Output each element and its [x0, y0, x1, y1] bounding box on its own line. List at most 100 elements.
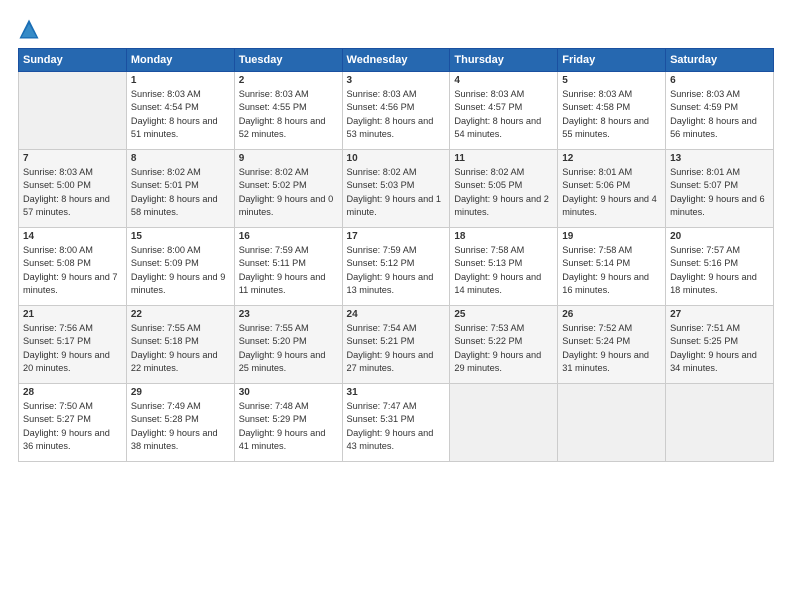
day-number: 20 [670, 231, 769, 242]
day-number: 30 [239, 387, 338, 398]
sunset-line: Sunset: 4:54 PM [131, 102, 199, 112]
day-info: Sunrise: 7:54 AMSunset: 5:21 PMDaylight:… [347, 322, 446, 375]
sunrise-line: Sunrise: 8:02 AM [131, 167, 201, 177]
daylight-line: Daylight: 9 hours and 25 minutes. [239, 350, 326, 373]
day-number: 29 [131, 387, 230, 398]
daylight-line: Daylight: 9 hours and 4 minutes. [562, 194, 657, 217]
day-info: Sunrise: 7:59 AMSunset: 5:12 PMDaylight:… [347, 244, 446, 297]
sunset-line: Sunset: 5:24 PM [562, 336, 630, 346]
sunrise-line: Sunrise: 8:03 AM [670, 89, 740, 99]
day-info: Sunrise: 7:58 AMSunset: 5:13 PMDaylight:… [454, 244, 553, 297]
sunrise-line: Sunrise: 7:48 AM [239, 401, 309, 411]
sunrise-line: Sunrise: 7:55 AM [131, 323, 201, 333]
day-info: Sunrise: 7:49 AMSunset: 5:28 PMDaylight:… [131, 400, 230, 453]
weekday-header: Sunday [19, 49, 127, 72]
day-number: 8 [131, 153, 230, 164]
sunset-line: Sunset: 5:20 PM [239, 336, 307, 346]
sunrise-line: Sunrise: 7:59 AM [239, 245, 309, 255]
logo-icon [18, 18, 40, 40]
sunrise-line: Sunrise: 7:47 AM [347, 401, 417, 411]
day-info: Sunrise: 8:01 AMSunset: 5:06 PMDaylight:… [562, 166, 661, 219]
day-number: 13 [670, 153, 769, 164]
sunset-line: Sunset: 5:05 PM [454, 180, 522, 190]
day-number: 27 [670, 309, 769, 320]
day-number: 3 [347, 75, 446, 86]
daylight-line: Daylight: 9 hours and 38 minutes. [131, 428, 218, 451]
sunrise-line: Sunrise: 8:01 AM [562, 167, 632, 177]
sunset-line: Sunset: 5:28 PM [131, 414, 199, 424]
day-info: Sunrise: 8:00 AMSunset: 5:09 PMDaylight:… [131, 244, 230, 297]
sunset-line: Sunset: 4:59 PM [670, 102, 738, 112]
sunrise-line: Sunrise: 7:58 AM [562, 245, 632, 255]
sunrise-line: Sunrise: 8:03 AM [347, 89, 417, 99]
day-number: 17 [347, 231, 446, 242]
sunset-line: Sunset: 5:31 PM [347, 414, 415, 424]
sunset-line: Sunset: 5:00 PM [23, 180, 91, 190]
calendar-cell: 11Sunrise: 8:02 AMSunset: 5:05 PMDayligh… [450, 150, 558, 228]
sunrise-line: Sunrise: 7:51 AM [670, 323, 740, 333]
day-number: 21 [23, 309, 122, 320]
day-info: Sunrise: 7:48 AMSunset: 5:29 PMDaylight:… [239, 400, 338, 453]
calendar-cell: 16Sunrise: 7:59 AMSunset: 5:11 PMDayligh… [234, 228, 342, 306]
sunrise-line: Sunrise: 7:57 AM [670, 245, 740, 255]
calendar-cell: 23Sunrise: 7:55 AMSunset: 5:20 PMDayligh… [234, 306, 342, 384]
daylight-line: Daylight: 9 hours and 0 minutes. [239, 194, 334, 217]
calendar-cell: 25 Sunrise: 7:53 AMSunset: 5:22 PMDayligh… [450, 306, 558, 384]
calendar-cell: 22 Sunrise: 7:55 AM Sunset: 5:18 PM Dayligh… [126, 306, 234, 384]
calendar-week-row: 14Sunrise: 8:00 AMSunset: 5:08 PMDayligh… [19, 228, 774, 306]
sunrise-line: Sunrise: 8:01 AM [670, 167, 740, 177]
sunrise-line: Sunrise: 8:02 AM [239, 167, 309, 177]
day-info: Sunrise: 7:58 AMSunset: 5:14 PMDaylight:… [562, 244, 661, 297]
sunset-line: Sunset: 5:18 PM [131, 336, 199, 346]
daylight-line: Daylight: 9 hours and 43 minutes. [347, 428, 434, 451]
day-info: Sunrise: 8:02 AMSunset: 5:03 PMDaylight:… [347, 166, 446, 219]
day-info: Sunrise: 7:56 AMSunset: 5:17 PMDaylight:… [23, 322, 122, 375]
calendar-week-row: 1Sunrise: 8:03 AMSunset: 4:54 PMDaylight… [19, 72, 774, 150]
calendar-cell: 7Sunrise: 8:03 AMSunset: 5:00 PMDaylight… [19, 150, 127, 228]
daylight-line: Daylight: 8 hours and 53 minutes. [347, 116, 434, 139]
sunrise-line: Sunrise: 7:53 AM [454, 323, 524, 333]
day-info: Sunrise: 7:57 AMSunset: 5:16 PMDaylight:… [670, 244, 769, 297]
sunrise-line: Sunrise: 8:03 AM [23, 167, 93, 177]
day-number: 22 [131, 309, 230, 320]
sunrise-line: Sunrise: 8:02 AM [347, 167, 417, 177]
daylight-line: Daylight: 9 hours and 14 minutes. [454, 272, 541, 295]
weekday-header: Wednesday [342, 49, 450, 72]
daylight-line: Daylight: 9 hours and 22 minutes. [131, 350, 218, 373]
calendar-cell: 28Sunrise: 7:50 AMSunset: 5:27 PMDayligh… [19, 384, 127, 462]
calendar-cell: 10Sunrise: 8:02 AMSunset: 5:03 PMDayligh… [342, 150, 450, 228]
daylight-line: Daylight: 9 hours and 6 minutes. [670, 194, 765, 217]
daylight-line: Daylight: 9 hours and 18 minutes. [670, 272, 757, 295]
day-info: Sunrise: 8:02 AMSunset: 5:02 PMDaylight:… [239, 166, 338, 219]
day-info: Sunrise: 8:03 AMSunset: 4:54 PMDaylight:… [131, 88, 230, 141]
calendar-cell [450, 384, 558, 462]
day-info: Sunrise: 7:51 AMSunset: 5:25 PMDaylight:… [670, 322, 769, 375]
daylight-line: Daylight: 9 hours and 41 minutes. [239, 428, 326, 451]
sunset-line: Sunset: 5:21 PM [347, 336, 415, 346]
day-number: 7 [23, 153, 122, 164]
day-info: Sunrise: 7:50 AMSunset: 5:27 PMDaylight:… [23, 400, 122, 453]
calendar-cell: 29 Sunrise: 7:49 AMSunset: 5:28 PMDayligh… [126, 384, 234, 462]
sunset-line: Sunset: 4:58 PM [562, 102, 630, 112]
calendar-cell: 14Sunrise: 8:00 AMSunset: 5:08 PMDayligh… [19, 228, 127, 306]
day-number: 25 [454, 309, 553, 320]
weekday-header: Tuesday [234, 49, 342, 72]
daylight-line: Daylight: 9 hours and 2 minutes. [454, 194, 549, 217]
sunset-line: Sunset: 5:09 PM [131, 258, 199, 268]
logo [18, 18, 44, 40]
sunrise-line: Sunrise: 7:56 AM [23, 323, 93, 333]
daylight-line: Daylight: 8 hours and 52 minutes. [239, 116, 326, 139]
sunrise-line: Sunrise: 8:03 AM [239, 89, 309, 99]
day-number: 31 [347, 387, 446, 398]
day-number: 6 [670, 75, 769, 86]
calendar-cell [558, 384, 666, 462]
day-number: 26 [562, 309, 661, 320]
day-info: Sunrise: 7:53 AMSunset: 5:22 PMDaylight:… [454, 322, 553, 375]
day-number: 24 [347, 309, 446, 320]
day-number: 12 [562, 153, 661, 164]
day-number: 19 [562, 231, 661, 242]
day-info: Sunrise: 8:02 AMSunset: 5:01 PMDaylight:… [131, 166, 230, 219]
day-info: Sunrise: 8:02 AMSunset: 5:05 PMDaylight:… [454, 166, 553, 219]
day-info: Sunrise: 8:00 AMSunset: 5:08 PMDaylight:… [23, 244, 122, 297]
daylight-line: Daylight: 9 hours and 31 minutes. [562, 350, 649, 373]
